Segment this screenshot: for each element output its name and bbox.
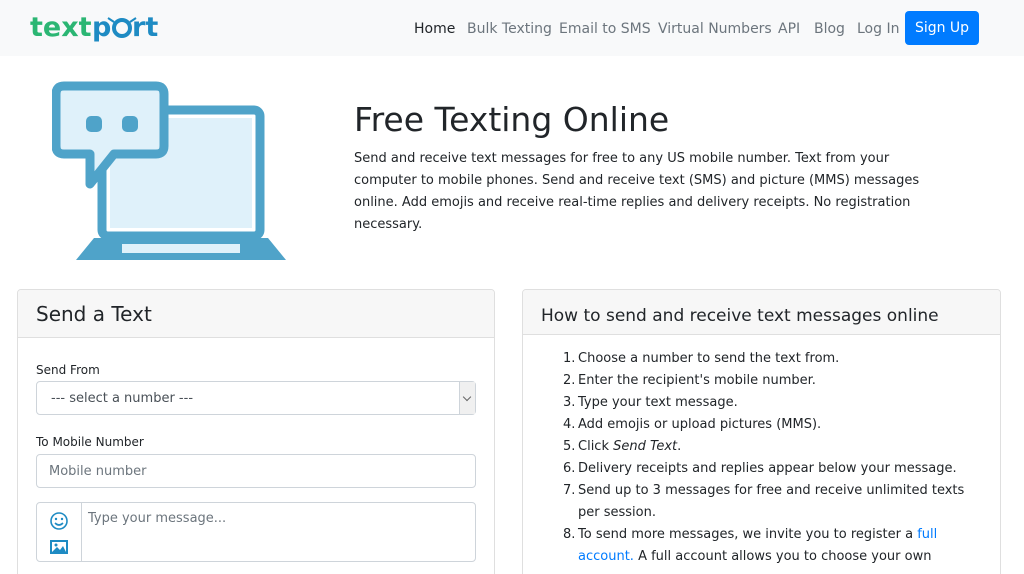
send-from-select[interactable]: --- select a number --- xyxy=(36,381,476,415)
nav-blog[interactable]: Blog xyxy=(814,20,845,38)
nav-virtual-numbers[interactable]: Virtual Numbers xyxy=(658,20,772,38)
emoji-icon[interactable] xyxy=(49,511,69,531)
to-number-label: To Mobile Number xyxy=(36,435,144,449)
how-to-title: How to send and receive text messages on… xyxy=(541,306,939,326)
textport-logo[interactable]: text p rt xyxy=(30,8,162,48)
hero-description: Send and receive text messages for free … xyxy=(354,151,920,232)
step-item: 4. Add emojis or upload pictures (MMS). xyxy=(563,417,822,432)
step-item: 5. Click Send Text. xyxy=(563,439,682,454)
image-upload-icon[interactable] xyxy=(49,537,69,557)
how-to-card: How to send and receive text messages on… xyxy=(522,289,1001,574)
send-from-label: Send From xyxy=(36,363,100,377)
step-item: 3. Type your text message. xyxy=(563,395,738,410)
how-to-steps: 1. Choose a number to send the text from.… xyxy=(563,348,983,568)
nav-login[interactable]: Log In xyxy=(857,20,899,38)
laptop-chat-illustration xyxy=(52,81,286,260)
send-text-title: Send a Text xyxy=(36,302,152,326)
navbar: text p rt Home Bulk Texting Email to SMS… xyxy=(0,0,1024,56)
mobile-number-input[interactable]: Mobile number xyxy=(36,454,476,488)
send-text-card-header: Send a Text xyxy=(18,290,494,338)
step-item: 2. Enter the recipient's mobile number. xyxy=(563,373,816,388)
svg-text:rt: rt xyxy=(132,12,158,43)
nav-api[interactable]: API xyxy=(778,20,800,38)
svg-text:p: p xyxy=(92,12,111,43)
nav-email-to-sms[interactable]: Email to SMS xyxy=(559,20,651,38)
message-textarea[interactable]: Type your message... xyxy=(36,502,476,562)
how-to-card-header: How to send and receive text messages on… xyxy=(523,290,1000,335)
hero-title: Free Texting Online xyxy=(354,100,670,139)
send-text-card: Send a Text Send From --- select a numbe… xyxy=(17,289,495,574)
message-placeholder: Type your message... xyxy=(88,511,227,526)
send-from-selected-value: --- select a number --- xyxy=(51,391,194,406)
chevron-down-icon[interactable] xyxy=(459,382,475,414)
step-item: 7. Send up to 3 messages for free and rec… xyxy=(563,483,965,520)
nav-home[interactable]: Home xyxy=(414,20,455,38)
signup-button[interactable]: Sign Up xyxy=(905,11,979,45)
step-item: 1. Choose a number to send the text from. xyxy=(563,351,840,366)
step-item: 8. To send more messages, we invite you t… xyxy=(563,527,938,564)
svg-text:text: text xyxy=(30,12,92,43)
nav-bulk-texting[interactable]: Bulk Texting xyxy=(467,20,552,38)
mobile-number-placeholder: Mobile number xyxy=(49,464,147,479)
message-tools xyxy=(37,503,82,561)
step-item: 6. Delivery receipts and replies appear b… xyxy=(563,461,957,476)
